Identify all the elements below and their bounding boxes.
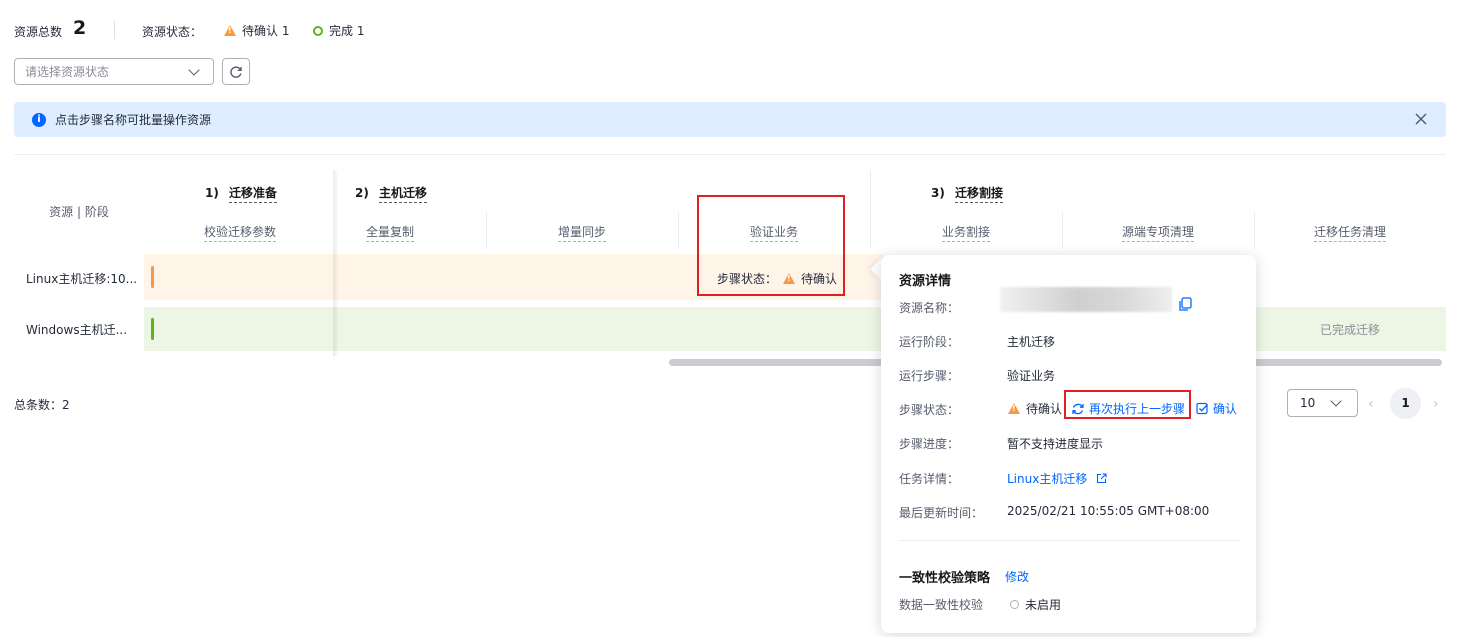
phase-label: 运行阶段： [899, 335, 960, 349]
task-detail-link[interactable]: Linux主机迁移 [1007, 470, 1107, 487]
status-pending-count[interactable]: 待确认 1 [224, 22, 289, 39]
consistency-policy-title: 一致性校验策略 [899, 571, 991, 586]
data-consistency-text: 未启用 [1025, 598, 1062, 612]
step-status-label: 步骤状态： [899, 403, 960, 417]
column-divider [486, 211, 487, 249]
info-banner-text: 点击步骤名称可批量操作资源 [55, 113, 212, 127]
progress-value: 暂不支持进度显示 [1007, 437, 1104, 451]
step-header-full-copy[interactable]: 全量复制 [294, 223, 486, 242]
phase-index: 3) [931, 186, 945, 200]
column-divider [1062, 211, 1063, 249]
phase-name[interactable]: 迁移割接 [955, 186, 1004, 203]
updated-time-value: 2025/02/21 10:55:05 GMT+08:00 [1007, 504, 1210, 518]
done-progress-bar [151, 318, 154, 340]
confirm-label: 确认 [1213, 402, 1238, 416]
phase-index: 2) [355, 186, 369, 200]
confirm-check-icon [1196, 402, 1208, 415]
next-page-icon[interactable]: › [1433, 396, 1439, 412]
highlight-box [1064, 390, 1191, 419]
phase-header-1[interactable]: 1) 迁移准备 [205, 184, 278, 203]
updated-time-label: 最后更新时间： [899, 506, 984, 520]
task-detail-label: 任务详情： [899, 472, 960, 486]
step-label: 运行步骤： [899, 369, 960, 383]
page-size-value: 10 [1300, 396, 1316, 410]
progress-label: 步骤进度： [899, 437, 960, 451]
highlight-box [697, 195, 845, 296]
data-consistency-value: 未启用 [1010, 596, 1061, 613]
fixed-column-shadow [333, 170, 339, 356]
info-icon: i [32, 112, 46, 127]
resource-name-label: 资源名称： [899, 301, 960, 315]
status-pending-text: 待确认 1 [242, 24, 290, 38]
phase-header-3[interactable]: 3) 迁移割接 [931, 184, 1004, 203]
total-items: 总条数：2 [14, 398, 70, 412]
page-size-select[interactable]: 10 [1287, 389, 1358, 417]
success-circle-icon [313, 25, 323, 36]
step-header-task-cleanup[interactable]: 迁移任务清理 [1254, 223, 1446, 242]
step-status-text: 待确认 [1026, 402, 1063, 416]
resource-name-windows[interactable]: Windows主机迁... [26, 321, 127, 338]
section-divider [14, 154, 1446, 155]
chevron-down-icon [1330, 395, 1342, 407]
phase-name[interactable]: 迁移准备 [229, 186, 278, 203]
resource-name-linux[interactable]: Linux主机迁移:10... [26, 270, 137, 287]
edit-policy-link[interactable]: 修改 [1005, 568, 1029, 585]
step-header-business-cutover[interactable]: 业务割接 [870, 223, 1062, 242]
data-consistency-label: 数据一致性校验 [899, 598, 984, 612]
confirm-button[interactable]: 确认 [1196, 400, 1237, 417]
warning-icon [224, 25, 236, 36]
total-resources-label: 资源总数 [14, 25, 63, 39]
pending-progress-bar [151, 266, 154, 288]
prev-page-icon[interactable]: ‹ [1368, 396, 1374, 412]
info-banner: i 点击步骤名称可批量操作资源 [14, 102, 1446, 137]
current-page[interactable]: 1 [1390, 388, 1421, 419]
refresh-icon [230, 65, 242, 78]
resource-status-label: 资源状态： [142, 25, 203, 39]
step-value: 验证业务 [1007, 369, 1056, 383]
warning-icon [1008, 403, 1020, 414]
resource-name-value-blurred [1000, 287, 1172, 312]
resource-status-select[interactable]: 请选择资源状态 [14, 58, 214, 85]
refresh-button[interactable] [222, 58, 250, 85]
phase-name[interactable]: 主机迁移 [379, 186, 428, 203]
phase-value: 主机迁移 [1007, 335, 1056, 349]
close-icon[interactable] [1413, 111, 1429, 127]
step-header-source-cleanup[interactable]: 源端专项清理 [1062, 223, 1254, 242]
column-divider [1254, 211, 1255, 249]
column-divider [678, 211, 679, 249]
status-done-text: 完成 1 [329, 24, 365, 38]
task-link-text: Linux主机迁移 [1007, 472, 1088, 486]
table-corner-header: 资源 | 阶段 [49, 205, 109, 219]
copy-icon[interactable] [1178, 297, 1193, 312]
step-status-value: 待确认 [1008, 400, 1062, 417]
phase-divider [870, 170, 871, 248]
phase-header-2[interactable]: 2) 主机迁移 [355, 184, 428, 203]
summary-divider [114, 21, 115, 39]
step-header-incremental-sync[interactable]: 增量同步 [486, 223, 678, 242]
row-done-status: 已完成迁移 [1320, 323, 1381, 337]
select-placeholder: 请选择资源状态 [25, 65, 110, 79]
external-link-icon [1097, 473, 1107, 484]
phase-index: 1) [205, 186, 219, 200]
chevron-down-icon [188, 63, 200, 76]
total-resources-count: 2 [73, 17, 87, 39]
popover-title: 资源详情 [899, 274, 952, 289]
status-done-count[interactable]: 完成 1 [313, 22, 364, 39]
disabled-circle-icon [1010, 600, 1019, 609]
popover-divider [899, 540, 1239, 541]
